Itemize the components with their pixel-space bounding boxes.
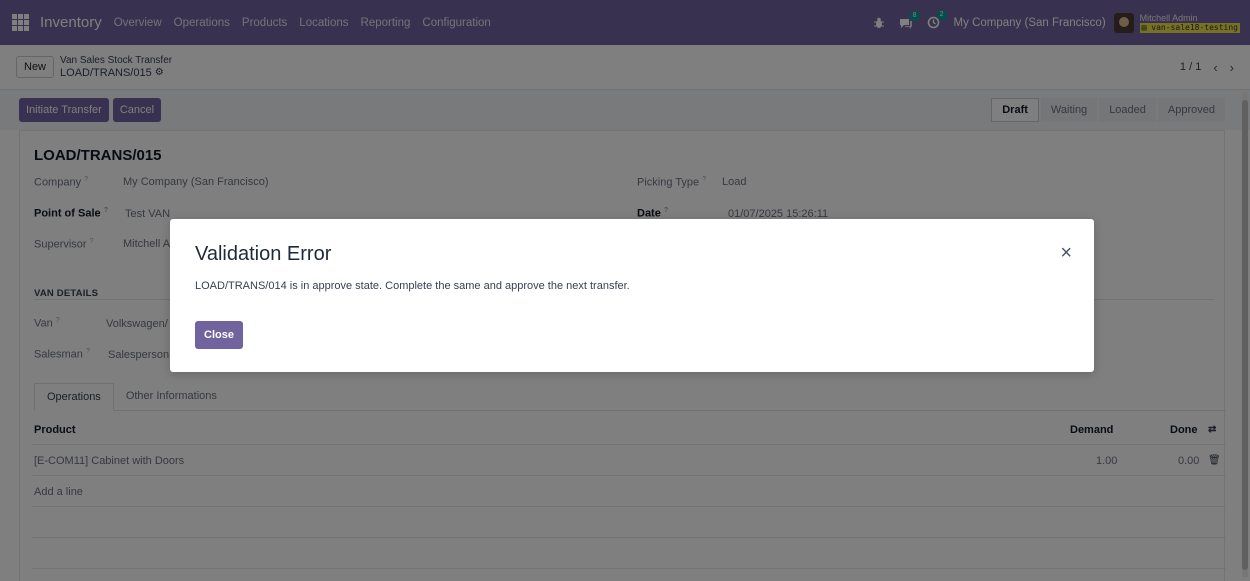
dialog-title: Validation Error bbox=[195, 243, 332, 265]
dialog-message: LOAD/TRANS/014 is in approve state. Comp… bbox=[195, 280, 630, 292]
validation-error-dialog: Validation Error × LOAD/TRANS/014 is in … bbox=[170, 219, 1094, 372]
close-icon[interactable]: × bbox=[1060, 243, 1072, 263]
close-button[interactable]: Close bbox=[195, 321, 243, 349]
